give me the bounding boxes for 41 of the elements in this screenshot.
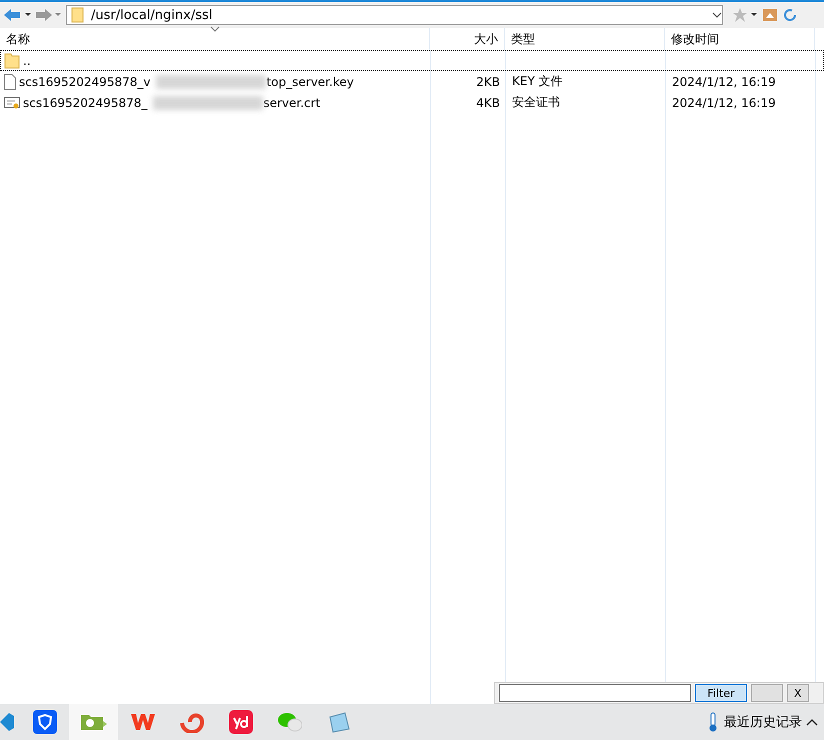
file-name: server.crt	[263, 96, 322, 110]
file-type: 安全证书	[512, 94, 560, 111]
file-row[interactable]: ..	[0, 50, 824, 71]
file-row[interactable]: scs1695202495878_v top_server.key 2KB KEY 文件 2024/1/12, 16:19	[0, 71, 824, 92]
address-bar[interactable]: /usr/local/nginx/ssl	[66, 5, 723, 25]
folder-icon[interactable]	[80, 712, 106, 732]
file-size: 4KB	[476, 96, 500, 110]
file-name: scs1695202495878_	[22, 96, 148, 110]
certificate-icon	[4, 96, 20, 110]
file-type: KEY 文件	[512, 73, 563, 90]
file-name: top_server.key	[266, 74, 355, 88]
chevron-up-icon[interactable]	[806, 718, 818, 726]
file-name: ..	[22, 54, 32, 68]
home-folder-icon[interactable]	[763, 9, 777, 21]
filter-button[interactable]: Filter	[695, 684, 747, 702]
notepad-icon[interactable]	[326, 711, 350, 733]
path-text: /usr/local/nginx/ssl	[91, 8, 214, 22]
dropdown-chevron-icon[interactable]	[712, 12, 722, 18]
star-icon[interactable]	[733, 8, 757, 22]
file-size: 2KB	[476, 74, 500, 88]
modified-time: 2024/1/12, 16:19	[672, 96, 776, 110]
wps-logo-icon[interactable]	[130, 712, 154, 732]
toolbar-button[interactable]	[751, 684, 783, 702]
shield-icon[interactable]	[32, 710, 56, 734]
folder-icon	[71, 7, 85, 23]
dictionary-app-icon[interactable]	[228, 710, 252, 734]
taskbar-app[interactable]	[69, 704, 118, 740]
document-icon	[4, 74, 16, 90]
sort-chevron-icon	[210, 26, 220, 32]
tray-text[interactable]: 最近历史记录	[724, 713, 802, 731]
code-editor-icon[interactable]	[0, 710, 14, 734]
folder-icon	[4, 52, 20, 68]
close-button[interactable]: X	[787, 684, 809, 702]
refresh-icon[interactable]	[783, 8, 797, 22]
file-name: scs1695202495878_v	[18, 74, 152, 88]
swirl-icon[interactable]	[180, 711, 204, 733]
filter-field[interactable]	[499, 684, 691, 702]
back-arrow-icon[interactable]	[4, 8, 32, 22]
modified-time: 2024/1/12, 16:19	[672, 74, 776, 88]
chat-bubbles-icon[interactable]	[278, 712, 302, 732]
file-row[interactable]: scs1695202495878_ server.crt 4KB 安全证书 2024/1/12, 16:19	[0, 92, 824, 113]
